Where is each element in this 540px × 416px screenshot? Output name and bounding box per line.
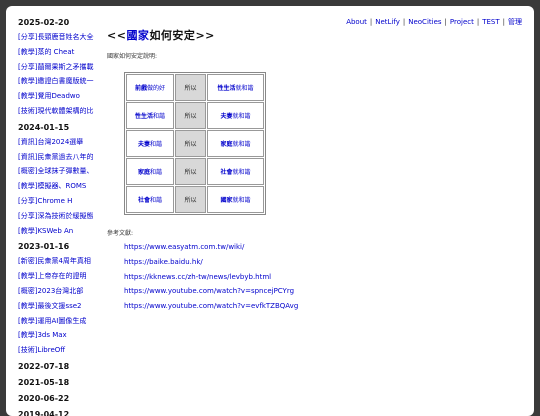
nav-link[interactable]: TEST [482, 18, 499, 26]
title-rest: 如何安定 [149, 29, 196, 42]
reference-link[interactable]: https://www.easyatm.com.tw/wiki/ [124, 240, 298, 255]
effect-subject: 家庭 [220, 141, 233, 148]
reference-link[interactable]: https://baike.baidu.hk/ [124, 255, 298, 270]
cause-predicate: 做的好 [147, 85, 166, 92]
sidebar-date-heading: 2023-01-16 [18, 242, 70, 252]
reference-link[interactable]: https://www.youtube.com/watch?v=spncejPC… [124, 284, 298, 299]
sidebar-link[interactable]: [教學]模擬器、ROMS [18, 179, 106, 194]
cause-subject: 社會 [137, 197, 150, 204]
effect-predicate: 就和諧 [232, 113, 251, 120]
nav-separator: | [444, 18, 447, 26]
sidebar-list: [新密]民衆黨4周年真相 [教學]上帝存在的證明 [概密]2023台灣北部 [教學]最… [18, 254, 106, 358]
sidebar-link[interactable]: [教學]最後文援sse2 [18, 299, 106, 314]
cause-subject: 性生活 [134, 113, 153, 120]
nav-separator: | [369, 18, 373, 26]
top-nav: About | NetLify | NeoCities | Project | TEST | 管理 [346, 17, 522, 27]
sidebar-link[interactable]: [技術]LibreOff [18, 343, 106, 358]
table-row: 家庭和諧 所以 社會就和諧 [126, 158, 264, 185]
sidebar-date-heading: 2024-01-15 [18, 122, 70, 132]
effect-cell: 社會就和諧 [207, 158, 264, 185]
effect-subject: 社會 [220, 169, 233, 176]
sidebar-link[interactable]: [資訊]民衆黨過去八年的 [18, 150, 106, 165]
sidebar: 2025-02-20 [分享]長頸鹿音姓名大全 [教學]蒸的 Cheat [分享]囍爾… [18, 15, 106, 416]
sidebar-link[interactable]: [概密]2023台灣北部 [18, 284, 106, 299]
sidebar-link[interactable]: [分享]長頸鹿音姓名大全 [18, 30, 106, 45]
sidebar-link[interactable]: [概密]全球抹子彈數量、 [18, 164, 106, 179]
table-row: 性生活和諧 所以 夫妻就和諧 [126, 102, 264, 129]
cause-subject: 前戲 [134, 85, 147, 92]
effect-cell: 夫妻就和諧 [207, 102, 264, 129]
effect-subject: 夫妻 [220, 113, 233, 120]
sidebar-link[interactable]: [技術]現代軟體架構的比 [18, 104, 106, 119]
effect-cell: 性生活就和諧 [207, 74, 264, 101]
sidebar-link[interactable]: [資訊]台灣2024選舉 [18, 135, 106, 150]
cause-subject: 夫妻 [137, 141, 150, 148]
nav-separator: | [502, 18, 505, 26]
reference-link[interactable]: https://kknews.cc/zh-tw/news/levbyb.html [124, 270, 298, 285]
sidebar-date-heading: 2020-06-22 [18, 393, 70, 403]
therefore-cell: 所以 [175, 74, 206, 101]
effect-predicate: 就和諧 [232, 141, 251, 148]
nav-link[interactable]: NetLify [375, 18, 400, 26]
cause-cell: 社會和諧 [126, 186, 174, 213]
therefore-cell: 所以 [175, 102, 206, 129]
nav-link[interactable]: 管理 [508, 18, 522, 26]
title-prefix: << [107, 29, 127, 42]
cause-cell: 夫妻和諧 [126, 130, 174, 157]
cause-predicate: 和諧 [150, 197, 163, 204]
title-link[interactable]: 國家 [126, 29, 149, 42]
therefore-cell: 所以 [175, 158, 206, 185]
sidebar-link[interactable]: [教學]上帝存在的證明 [18, 269, 106, 284]
sidebar-date-heading: 2021-05-18 [18, 377, 70, 387]
table-row: 夫妻和諧 所以 家庭就和諧 [126, 130, 264, 157]
table-row: 前戲做的好 所以 性生活就和諧 [126, 74, 264, 101]
sidebar-list: [分享]長頸鹿音姓名大全 [教學]蒸的 Cheat [分享]囍爾果斯之矛攜載 [教學]… [18, 30, 106, 119]
cause-cell: 家庭和諧 [126, 158, 174, 185]
effect-subject: 性生活 [217, 85, 236, 92]
sidebar-link[interactable]: [教學]運用AI圖像生成 [18, 314, 106, 329]
cause-predicate: 和諧 [153, 113, 166, 120]
cause-subject: 家庭 [137, 169, 150, 176]
effect-cell: 國家就和諧 [207, 186, 264, 213]
cause-predicate: 和諧 [150, 169, 163, 176]
effect-subject: 國家 [220, 197, 233, 204]
sidebar-link[interactable]: [新密]民衆黨4周年真相 [18, 254, 106, 269]
sidebar-date-heading: 2022-07-18 [18, 361, 70, 371]
nav-link[interactable]: Project [450, 18, 474, 26]
effect-cell: 家庭就和諧 [207, 130, 264, 157]
title-suffix: >> [195, 29, 215, 42]
sidebar-link[interactable]: [教學]3ds Max [18, 328, 106, 343]
main-content: <<國家如何安定>> 國家如何安定說明: 前戲做的好 所以 性生活就和諧 性生活和諧所… [107, 28, 527, 310]
page-title: <<國家如何安定>> [107, 28, 527, 44]
sidebar-link[interactable]: [分享]深為技術於緩擬態 [18, 209, 106, 224]
sidebar-link[interactable]: [教學]蒸的 Cheat [18, 45, 106, 60]
sidebar-date-heading: 2025-02-20 [18, 18, 70, 27]
intro-text: 國家如何安定說明: [107, 53, 158, 60]
sidebar-date-heading: 2019-04-12 [18, 409, 70, 416]
cause-cell: 前戲做的好 [126, 74, 174, 101]
sidebar-link[interactable]: [教學]KSWeb An [18, 224, 106, 239]
nav-link[interactable]: NeoCities [408, 18, 441, 26]
references: 參考文獻: https://www.easyatm.com.tw/wiki/ht… [107, 228, 298, 314]
therefore-cell: 所以 [175, 186, 206, 213]
therefore-cell: 所以 [175, 130, 206, 157]
reference-link[interactable]: https://www.youtube.com/watch?v=evfkTZBQ… [124, 299, 298, 314]
nav-separator: | [402, 18, 406, 26]
references-label: 參考文獻: [107, 230, 134, 237]
sidebar-link[interactable]: [教學]繳證白書魔版統一 [18, 74, 106, 89]
sidebar-link[interactable]: [分享]囍爾果斯之矛攜載 [18, 60, 106, 75]
table-row: 社會和諧 所以 國家就和諧 [126, 186, 264, 213]
effect-predicate: 就和諧 [232, 169, 251, 176]
cause-predicate: 和諧 [150, 141, 163, 148]
sidebar-link[interactable]: [分享]Chrome H [18, 194, 106, 209]
nav-separator: | [476, 18, 480, 26]
effect-predicate: 就和諧 [235, 85, 254, 92]
cause-cell: 性生活和諧 [126, 102, 174, 129]
sidebar-list: [資訊]台灣2024選舉 [資訊]民衆黨過去八年的 [概密]全球抹子彈數量、 [教學]… [18, 135, 106, 239]
stability-table: 前戲做的好 所以 性生活就和諧 性生活和諧 所以 夫妻就和諧 夫妻和諧 所以 家庭就和諧 家庭和諧… [124, 72, 266, 215]
effect-predicate: 就和諧 [232, 197, 251, 204]
nav-link[interactable]: About [346, 18, 367, 26]
page: 2025-02-20 [分享]長頸鹿音姓名大全 [教學]蒸的 Cheat [分享]囍爾… [6, 6, 534, 416]
sidebar-link[interactable]: [教學]覺用Deadwo [18, 89, 106, 104]
